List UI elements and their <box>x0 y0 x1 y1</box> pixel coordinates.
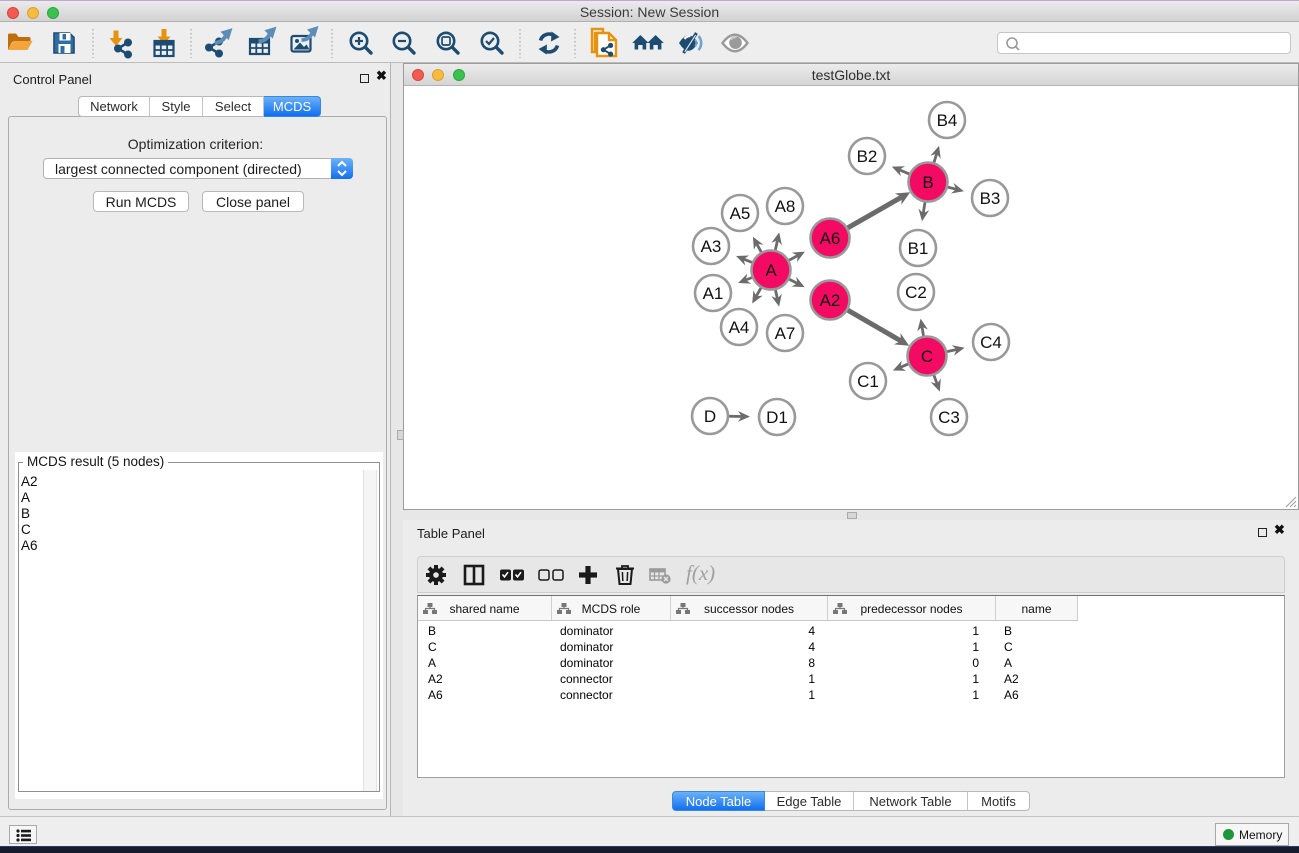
svg-text:C3: C3 <box>938 408 960 427</box>
svg-text:A3: A3 <box>701 237 722 256</box>
svg-text:A2: A2 <box>820 291 841 310</box>
svg-text:A5: A5 <box>730 204 751 223</box>
svg-text:B: B <box>922 173 933 192</box>
svg-text:B3: B3 <box>980 189 1001 208</box>
svg-text:D: D <box>704 407 716 426</box>
svg-text:C2: C2 <box>905 283 927 302</box>
svg-text:A6: A6 <box>820 229 841 248</box>
svg-text:A7: A7 <box>775 324 796 343</box>
svg-text:B1: B1 <box>908 239 929 258</box>
svg-text:C: C <box>921 347 933 366</box>
svg-text:A1: A1 <box>703 284 724 303</box>
svg-text:D1: D1 <box>766 408 788 427</box>
svg-text:B4: B4 <box>937 111 958 130</box>
svg-text:C4: C4 <box>980 333 1002 352</box>
svg-text:A: A <box>765 261 777 280</box>
svg-text:A4: A4 <box>729 318 750 337</box>
svg-text:B2: B2 <box>857 147 878 166</box>
svg-text:A8: A8 <box>775 197 796 216</box>
svg-text:C1: C1 <box>857 372 879 391</box>
